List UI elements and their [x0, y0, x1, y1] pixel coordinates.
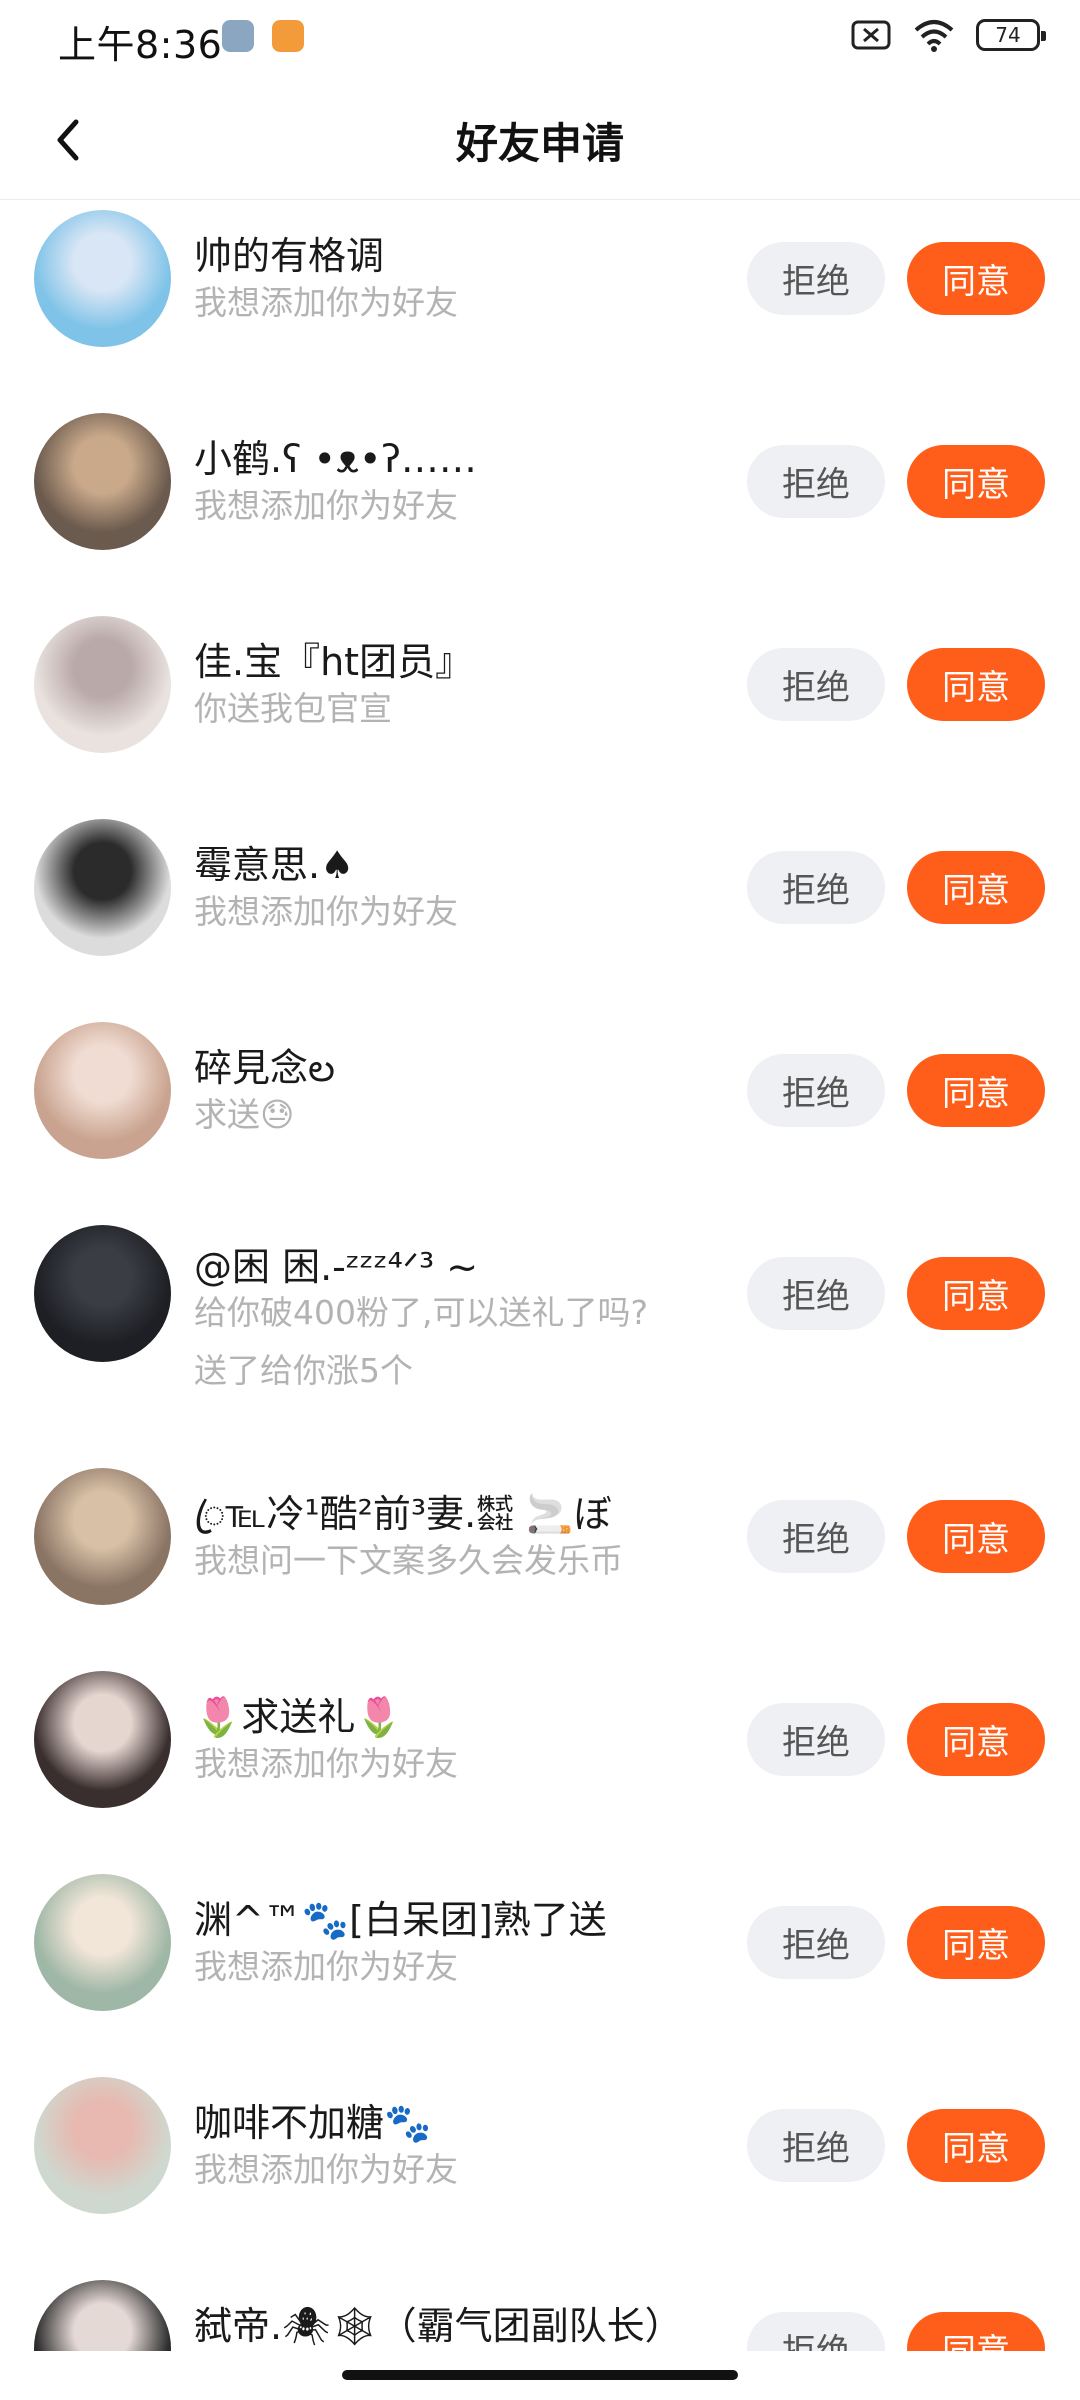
request-message: 求送😓 — [194, 1095, 295, 1134]
reject-button[interactable]: 拒绝 — [747, 1703, 885, 1776]
friend-request-list[interactable]: 帅的有格调 我想添加你为好友 拒绝 同意 小鹤.ʕ •ᴥ•ʔ…… 我想添加你为好… — [0, 201, 1080, 2351]
accept-button[interactable]: 同意 — [907, 648, 1045, 721]
request-message: 给你破400粉了,可以送礼了吗? — [194, 1293, 648, 1332]
accept-button[interactable]: 同意 — [907, 2312, 1045, 2351]
status-bar: 上午8:36 74 — [0, 0, 1080, 80]
request-row: 弑帝.🕷🕸（霸气团副队长） 拒绝 同意 — [0, 2271, 1080, 2351]
request-message: 我想添加你为好友 — [194, 486, 458, 525]
battery-icon: 74 — [976, 19, 1046, 51]
accept-button[interactable]: 同意 — [907, 1054, 1045, 1127]
request-message: 我想添加你为好友 — [194, 892, 458, 931]
accept-button[interactable]: 同意 — [907, 445, 1045, 518]
reject-button[interactable]: 拒绝 — [747, 2312, 885, 2351]
requester-name: 咖啡不加糖🐾 — [194, 2101, 432, 2145]
requester-name: 🌷求送礼🌷 — [194, 1695, 403, 1739]
avatar[interactable] — [34, 1874, 171, 2011]
status-time: 上午8:36 — [58, 23, 223, 67]
nav-bar: 好友申请 — [0, 80, 1080, 200]
request-row: 小鹤.ʕ •ᴥ•ʔ…… 我想添加你为好友 拒绝 同意 — [0, 404, 1080, 607]
home-indicator[interactable] — [342, 2370, 738, 2380]
request-row: 碎見念ల 求送😓 拒绝 同意 — [0, 1013, 1080, 1216]
request-message-line-2: 送了给你涨5个 — [194, 1351, 413, 1390]
reject-button[interactable]: 拒绝 — [747, 242, 885, 315]
accept-button[interactable]: 同意 — [907, 2109, 1045, 2182]
reject-button[interactable]: 拒绝 — [747, 2109, 885, 2182]
accept-button[interactable]: 同意 — [907, 851, 1045, 924]
request-row: 咖啡不加糖🐾 我想添加你为好友 拒绝 同意 — [0, 2068, 1080, 2271]
requester-name: 霉意思.♠ — [194, 843, 355, 887]
avatar[interactable] — [34, 1671, 171, 1808]
request-message: 你送我包官宣 — [194, 689, 392, 728]
auto-rotate-icon — [222, 20, 254, 52]
reject-button[interactable]: 拒绝 — [747, 648, 885, 721]
request-row: 帅的有格调 我想添加你为好友 拒绝 同意 — [0, 201, 1080, 404]
avatar[interactable] — [34, 1225, 171, 1362]
accept-button[interactable]: 同意 — [907, 1906, 1045, 1979]
reject-button[interactable]: 拒绝 — [747, 851, 885, 924]
avatar[interactable] — [34, 819, 171, 956]
request-row: 渊^™🐾[白呆团]熟了送 我想添加你为好友 拒绝 同意 — [0, 1865, 1080, 2068]
avatar[interactable] — [34, 2077, 171, 2214]
request-message: 我想添加你为好友 — [194, 1744, 458, 1783]
page-title: 好友申请 — [455, 119, 624, 168]
no-sim-icon — [851, 20, 891, 50]
accept-button[interactable]: 同意 — [907, 1500, 1045, 1573]
requester-name: 小鹤.ʕ •ᴥ•ʔ…… — [194, 437, 477, 481]
battery-level: 74 — [995, 23, 1021, 47]
request-message: 我想问一下文案多久会发乐币 — [194, 1541, 623, 1580]
avatar[interactable] — [34, 413, 171, 550]
request-row: @困 困.-ᶻᶻᶻ⁴ᐟ³ ~ 给你破400粉了,可以送礼了吗? 送了给你涨5个 … — [0, 1216, 1080, 1459]
requester-name: 渊^™🐾[白呆团]熟了送 — [194, 1898, 607, 1942]
accept-button[interactable]: 同意 — [907, 1257, 1045, 1330]
avatar[interactable] — [34, 2280, 171, 2351]
reject-button[interactable]: 拒绝 — [747, 1257, 885, 1330]
avatar[interactable] — [34, 1468, 171, 1605]
requester-name: 弑帝.🕷🕸（霸气团副队长） — [194, 2304, 683, 2348]
avatar[interactable] — [34, 616, 171, 753]
requester-name: @困 困.-ᶻᶻᶻ⁴ᐟ³ ~ — [194, 1245, 479, 1289]
request-message: 我想添加你为好友 — [194, 1947, 458, 1986]
request-row: 霉意思.♠ 我想添加你为好友 拒绝 同意 — [0, 810, 1080, 1013]
app-notification-icon — [272, 20, 304, 52]
reject-button[interactable]: 拒绝 — [747, 445, 885, 518]
request-message: 我想添加你为好友 — [194, 2150, 458, 2189]
reject-button[interactable]: 拒绝 — [747, 1500, 885, 1573]
requester-name: 帅的有格调 — [194, 234, 385, 278]
request-row: ꦿ℡冷¹酷²前³妻.㍿ 🚬ぼ 我想问一下文案多久会发乐币 拒绝 同意 — [0, 1459, 1080, 1662]
request-row: 🌷求送礼🌷 我想添加你为好友 拒绝 同意 — [0, 1662, 1080, 1865]
accept-button[interactable]: 同意 — [907, 242, 1045, 315]
accept-button[interactable]: 同意 — [907, 1703, 1045, 1776]
request-message: 我想添加你为好友 — [194, 283, 458, 322]
requester-name: 佳.宝『ht团员』 — [194, 640, 474, 684]
reject-button[interactable]: 拒绝 — [747, 1906, 885, 1979]
avatar[interactable] — [34, 210, 171, 347]
wifi-icon — [914, 20, 954, 52]
request-row: 佳.宝『ht团员』 你送我包官宣 拒绝 同意 — [0, 607, 1080, 810]
avatar[interactable] — [34, 1022, 171, 1159]
reject-button[interactable]: 拒绝 — [747, 1054, 885, 1127]
